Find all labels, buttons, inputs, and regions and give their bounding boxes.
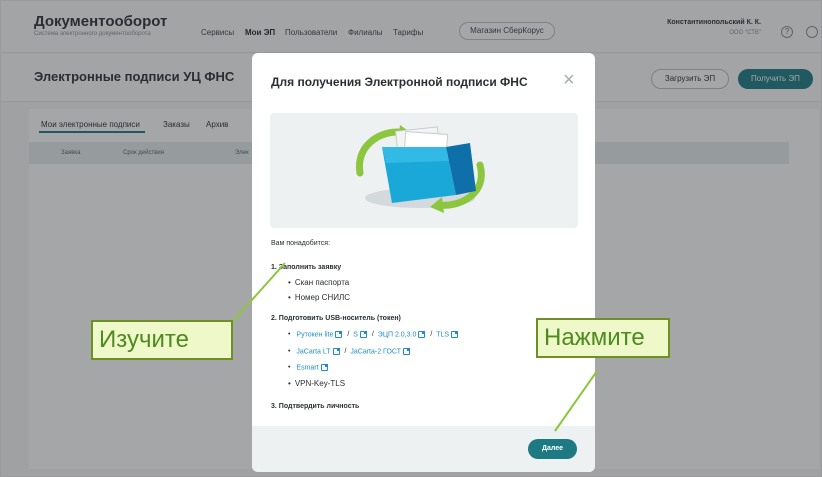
- list-item: • Скан паспорта: [288, 278, 350, 287]
- link-esmart[interactable]: Esmart: [296, 364, 318, 371]
- external-link-icon[interactable]: [335, 331, 343, 338]
- link-jacarta-2-gost[interactable]: JaCarta-2 ГОСТ: [350, 348, 401, 355]
- external-link-icon[interactable]: [320, 364, 328, 371]
- link-ecp-2-3[interactable]: ЭЦП 2.0,3.0: [378, 331, 417, 338]
- list-item: • Рутокен lite / S / ЭЦП 2.0,3.0 / TLS: [288, 331, 459, 338]
- link-tls[interactable]: TLS: [436, 331, 449, 338]
- external-link-icon[interactable]: [359, 331, 367, 338]
- list-item: • VPN-Key-TLS: [288, 379, 346, 388]
- token-vpn-key-tls: VPN-Key-TLS: [294, 379, 346, 388]
- list-item: • Esmart: [288, 364, 329, 371]
- app-window: Документооборот Система электронного док…: [0, 0, 822, 477]
- external-link-icon[interactable]: [418, 331, 426, 338]
- signature-modal: Для получения Электронной подписи ФНС × …: [252, 53, 595, 472]
- requirement-snils: Номер СНИЛС: [294, 293, 350, 302]
- folder-sync-icon: [356, 125, 485, 213]
- step-2-title: 2. Подготовить USB-носитель (токен): [271, 315, 401, 322]
- list-item: • Номер СНИЛС: [288, 293, 350, 302]
- external-link-icon[interactable]: [451, 331, 459, 338]
- close-icon[interactable]: ×: [563, 70, 575, 90]
- step-3-title: 3. Подтвердить личность: [271, 403, 360, 410]
- link-rutoken-lite[interactable]: Рутокен lite: [296, 331, 333, 338]
- link-rutoken-s[interactable]: S: [353, 331, 358, 338]
- list-item: • JaCarta LT / JaCarta-2 ГОСТ: [288, 348, 411, 355]
- folder-illustration: [270, 113, 578, 228]
- callout-click: Нажмите: [536, 318, 670, 358]
- requirements-label: Вам понадобится:: [271, 240, 331, 247]
- callout-study: Изучите: [91, 320, 233, 360]
- external-link-icon[interactable]: [332, 348, 340, 355]
- requirement-passport: Скан паспорта: [294, 278, 350, 287]
- next-button[interactable]: Далее: [528, 439, 577, 459]
- modal-title: Для получения Электронной подписи ФНС: [271, 75, 528, 89]
- external-link-icon[interactable]: [403, 348, 410, 355]
- step-1-title: 1. Заполнить заявку: [271, 264, 342, 271]
- link-jacarta-lt[interactable]: JaCarta LT: [296, 348, 330, 355]
